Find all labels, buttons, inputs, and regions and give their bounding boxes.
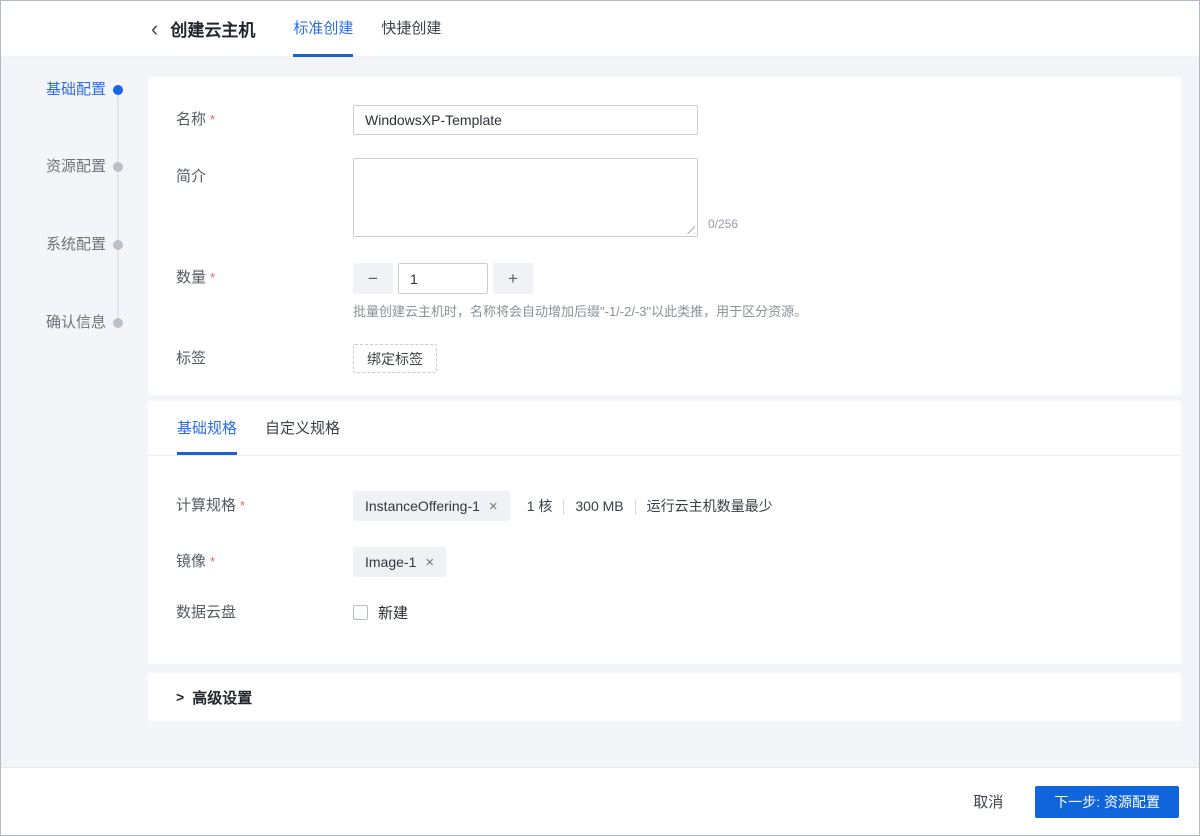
page-header: ‹ 创建云主机 标准创建 快捷创建 xyxy=(1,1,1199,57)
remove-offering-icon[interactable]: × xyxy=(489,499,498,514)
offering-chip[interactable]: InstanceOffering-1 × xyxy=(353,491,510,521)
new-disk-checkbox[interactable] xyxy=(353,605,368,620)
tag-label: 标签 xyxy=(176,350,207,367)
offering-memory: 300 MB xyxy=(575,498,624,514)
spec-card: 基础规格 自定义规格 计算规格 * InstanceOffering-1 × 1 … xyxy=(148,401,1181,664)
description-textarea-wrap xyxy=(353,158,698,237)
bind-tag-button[interactable]: 绑定标签 xyxy=(353,344,437,373)
offering-info: 1 核 300 MB 运行云主机数量最少 xyxy=(527,496,773,516)
quantity-increase-button[interactable]: + xyxy=(493,263,533,294)
name-input[interactable] xyxy=(353,105,698,135)
create-vm-page: ‹ 创建云主机 标准创建 快捷创建 基础配置 资源配置 系统配置 确认信息 名称… xyxy=(0,0,1200,836)
step-connector-line xyxy=(117,90,119,323)
name-label-text: 名称 xyxy=(176,111,207,128)
step-confirm-info[interactable]: 确认信息 xyxy=(21,313,106,333)
footer-bar: 取消 下一步: 资源配置 xyxy=(1,767,1199,835)
new-disk-checkbox-label[interactable]: 新建 xyxy=(378,602,408,623)
data-disk-row: 新建 xyxy=(353,602,408,623)
tab-basic-spec[interactable]: 基础规格 xyxy=(177,401,238,455)
advanced-settings-label: 高级设置 xyxy=(192,689,253,707)
quantity-hint: 批量创建云主机时，名称将会自动增加后缀"-1/-2/-3"以此类推，用于区分资源… xyxy=(353,304,808,319)
quantity-label: 数量 * xyxy=(176,268,215,288)
cancel-button[interactable]: 取消 xyxy=(973,791,1003,812)
quantity-decrease-button[interactable]: − xyxy=(353,263,393,294)
required-mark: * xyxy=(210,270,216,285)
step-basic-config[interactable]: 基础配置 xyxy=(21,80,106,100)
data-disk-label: 数据云盘 xyxy=(176,604,237,621)
required-mark: * xyxy=(240,498,246,513)
quantity-label-text: 数量 xyxy=(176,269,207,286)
image-chip-text: Image-1 xyxy=(365,554,417,570)
offering-row: InstanceOffering-1 × 1 核 300 MB 运行云主机数量最… xyxy=(353,491,773,521)
spec-tabs: 基础规格 自定义规格 xyxy=(148,401,1181,456)
offering-chip-text: InstanceOffering-1 xyxy=(365,498,480,514)
image-label: 镜像 * xyxy=(176,552,215,572)
name-label: 名称 * xyxy=(176,110,215,130)
next-step-button[interactable]: 下一步: 资源配置 xyxy=(1035,785,1179,818)
image-label-text: 镜像 xyxy=(176,553,207,570)
offering-label: 计算规格 * xyxy=(176,496,245,516)
offering-cpu: 1 核 xyxy=(526,498,553,514)
description-textarea[interactable] xyxy=(353,158,698,237)
back-icon[interactable]: ‹ xyxy=(151,17,158,40)
remove-image-icon[interactable]: × xyxy=(425,555,434,570)
step-system-config[interactable]: 系统配置 xyxy=(21,235,106,255)
step-resource-config[interactable]: 资源配置 xyxy=(21,157,106,177)
advanced-settings-card[interactable]: > 高级设置 xyxy=(148,673,1181,721)
basic-config-card: 名称* 简介 0/256 数量* − + 批量创建云主机时，名称将会自动增加后缀… xyxy=(148,77,1181,395)
tab-quick-create[interactable]: 快捷创建 xyxy=(381,1,441,57)
divider xyxy=(634,498,636,514)
step-dot-confirm xyxy=(113,318,123,328)
required-mark: * xyxy=(210,554,216,569)
description-label: 简介 xyxy=(176,168,207,185)
char-counter: 0/256 xyxy=(708,217,739,231)
divider xyxy=(563,498,565,514)
required-mark: * xyxy=(210,112,216,127)
quantity-input[interactable] xyxy=(398,263,488,294)
page-title: 创建云主机 xyxy=(170,21,256,40)
image-chip[interactable]: Image-1 × xyxy=(353,547,447,577)
offering-label-text: 计算规格 xyxy=(176,497,237,514)
tab-standard-create[interactable]: 标准创建 xyxy=(293,1,354,57)
chevron-right-icon: > xyxy=(176,689,185,705)
image-row: Image-1 × xyxy=(353,547,447,577)
offering-policy: 运行云主机数量最少 xyxy=(646,498,773,514)
step-dot-resource xyxy=(113,162,123,172)
step-dot-system xyxy=(113,240,123,250)
step-dot-basic xyxy=(113,85,123,95)
tab-custom-spec[interactable]: 自定义规格 xyxy=(265,401,340,455)
